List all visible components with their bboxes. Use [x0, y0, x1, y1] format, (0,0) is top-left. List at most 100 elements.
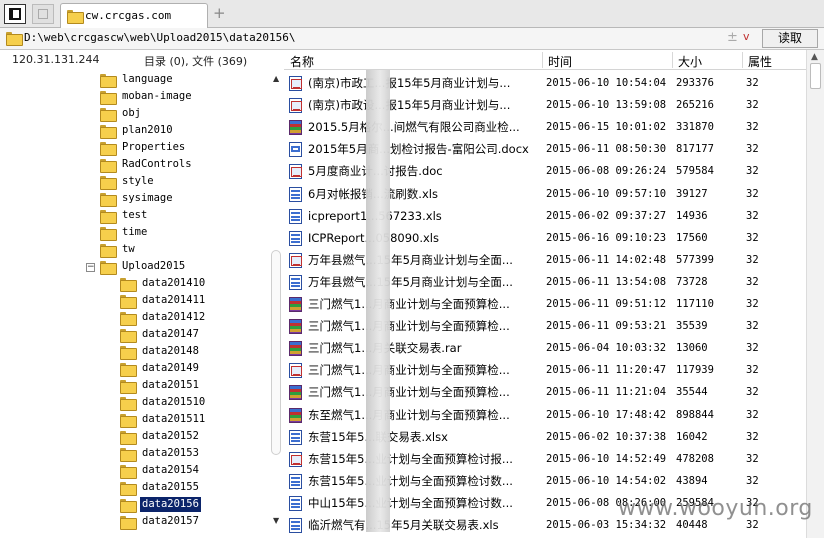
file-row[interactable]: 万年县燃气...15年5月商业计划与全面... 2015-06-11 14:02:… — [284, 249, 806, 271]
file-attr: 32 — [746, 209, 759, 222]
file-name: 万年县燃气...15年5月商业计划与全面... — [308, 274, 513, 289]
file-xls-icon — [289, 208, 302, 224]
file-time: 2015-06-15 10:01:02 — [546, 121, 667, 134]
plus-minus-icon[interactable]: ± — [727, 30, 738, 45]
file-row[interactable]: 三门燃气1...月关联交易表.rar 2015-06-04 10:03:32 130… — [284, 337, 806, 359]
tree-item-label: data20154 — [142, 464, 199, 476]
file-row[interactable]: 三门燃气1...月商业计划与全面预算检... 2015-06-11 11:20:4… — [284, 359, 806, 381]
tree-item-label: data20156 — [140, 497, 201, 512]
file-row[interactable]: 三门燃气1...月商业计划与全面预算检... 2015-06-11 09:53:2… — [284, 315, 806, 337]
file-name: 东至燃气1...月商业计划与全面预算检... — [308, 407, 510, 422]
file-row[interactable]: (南京)市政设...报15年5月商业计划与... 2015-06-10 13:59… — [284, 94, 806, 116]
folder-icon — [100, 227, 117, 241]
file-attr: 32 — [746, 77, 759, 89]
address-bar: D:\web\crcgascw\web\Upload2015\data20156… — [0, 28, 824, 50]
folder-icon — [67, 10, 84, 24]
file-time: 2015-06-02 10:37:38 — [546, 430, 667, 443]
tree-scrollbar[interactable]: ▲ ▼ — [270, 70, 284, 538]
panel-toggle-button[interactable] — [4, 4, 26, 24]
folder-icon — [120, 329, 137, 343]
scroll-up-icon[interactable]: ▲ — [811, 52, 818, 62]
window-icon — [38, 9, 48, 19]
tab-site[interactable]: cw.crcgas.com — [60, 3, 208, 28]
read-button[interactable]: 读取 — [762, 29, 818, 48]
column-attr[interactable]: 属性 — [748, 53, 772, 70]
file-row[interactable]: 东营15年5...联交易表.xlsx 2015-06-02 10:37:38 160… — [284, 426, 806, 448]
folder-icon — [120, 414, 137, 428]
file-time: 2015-06-02 09:37:27 — [546, 209, 667, 222]
scroll-up-icon[interactable]: ▲ — [273, 74, 279, 83]
file-row[interactable]: icpreport1...567233.xls 2015-06-02 09:37:… — [284, 205, 806, 227]
file-size: 117939 — [676, 364, 714, 377]
file-row[interactable]: 2015.5月格尔...间燃气有限公司商业检... 2015-06-15 10:0… — [284, 116, 806, 138]
file-name: (南京)市政设...报15年5月商业计划与... — [308, 98, 511, 113]
file-time: 2015-06-10 13:59:08 — [546, 99, 667, 112]
tree-item-label: data20157 — [142, 515, 199, 527]
tree-item-label: obj — [122, 107, 141, 119]
column-time[interactable]: 时间 — [548, 53, 572, 70]
file-time: 2015-06-11 08:50:30 — [546, 143, 667, 156]
tree-item-label: RadControls — [122, 158, 192, 170]
column-size[interactable]: 大小 — [678, 53, 702, 70]
file-time: 2015-06-11 09:53:21 — [546, 320, 667, 333]
folder-icon — [100, 108, 117, 122]
file-attr: 32 — [746, 99, 759, 112]
column-divider[interactable] — [742, 52, 743, 68]
file-row[interactable]: 三门燃气1...月商业计划与全面预算检... 2015-06-11 09:51:1… — [284, 293, 806, 315]
file-size: 898844 — [676, 408, 714, 421]
folder-icon — [120, 346, 137, 360]
file-row[interactable]: ICPReport...058090.xls 2015-06-16 09:10:2… — [284, 227, 806, 249]
server-ip: 120.31.131.244 — [12, 53, 100, 66]
column-divider[interactable] — [672, 52, 673, 68]
file-name: 6月对帐报销...流刷数.xls — [308, 183, 540, 205]
folder-icon — [120, 499, 137, 513]
file-doc-red-icon — [289, 164, 302, 180]
file-name: 中山15年5...业计划与全面预算检讨数... — [308, 495, 513, 510]
file-size: 13060 — [676, 342, 708, 355]
file-name: 5月度商业计...讨报告.doc — [308, 160, 540, 182]
column-name[interactable]: 名称 — [290, 53, 314, 70]
add-tab-button[interactable]: + — [213, 5, 226, 21]
folder-icon — [100, 210, 117, 224]
tree-item-label: data20149 — [142, 362, 199, 374]
file-xls-icon — [289, 518, 302, 533]
folder-icon — [100, 142, 117, 156]
file-attr: 32 — [746, 430, 759, 443]
path-input[interactable]: D:\web\crcgascw\web\Upload2015\data20156… — [24, 31, 296, 44]
file-row[interactable]: 三门燃气1...月商业计划与全面预算检... 2015-06-11 11:21:0… — [284, 381, 806, 403]
file-rar-icon — [289, 341, 302, 357]
folder-icon — [100, 74, 117, 88]
column-divider[interactable] — [542, 52, 543, 68]
file-size: 14936 — [676, 209, 708, 222]
file-size: 35539 — [676, 320, 708, 333]
file-name: 三门燃气1...月商业计划与全面预算检... — [308, 385, 510, 400]
file-size: 577399 — [676, 253, 714, 266]
file-row[interactable]: 6月对帐报销...流刷数.xls 2015-06-10 09:57:10 39127… — [284, 183, 806, 205]
collapse-toggle[interactable]: − — [86, 263, 95, 272]
file-attr: 32 — [746, 143, 759, 156]
file-row[interactable]: 东营15年5...业计划与全面预算检讨数... 2015-06-10 14:54:… — [284, 470, 806, 492]
file-row[interactable]: 万年县燃气...15年5月商业计划与全面... 2015-06-11 13:54:… — [284, 271, 806, 293]
list-scrollbar[interactable]: ▲ — [806, 50, 824, 538]
file-row[interactable]: 东至燃气1...月商业计划与全面预算检... 2015-06-10 17:48:4… — [284, 404, 806, 426]
scroll-thumb[interactable] — [271, 250, 281, 455]
tree-item-label: data201511 — [142, 413, 206, 425]
tree-item-label: plan2010 — [122, 124, 173, 136]
scroll-down-icon[interactable]: ▼ — [273, 516, 279, 525]
file-name: 2015年5月商...划检讨报告-富阳公司.docx — [308, 142, 529, 157]
chevron-down-icon[interactable]: v — [743, 30, 750, 43]
folder-icon — [120, 482, 137, 496]
folder-icon — [100, 193, 117, 207]
file-attr: 32 — [746, 364, 759, 377]
file-time: 2015-06-11 13:54:08 — [546, 275, 667, 288]
scroll-thumb[interactable] — [810, 63, 821, 89]
tree-item-label: data20152 — [142, 430, 199, 442]
secondary-panel-button[interactable] — [32, 4, 54, 24]
file-row[interactable]: 2015年5月商...划检讨报告-富阳公司.docx 2015-06-11 08:… — [284, 138, 806, 160]
tree-item-label: Properties — [122, 141, 186, 153]
file-name: 临沂燃气有...15年5月关联交易表.xls — [308, 518, 499, 532]
folder-icon — [120, 431, 137, 445]
file-row[interactable]: (南京)市政工...报15年5月商业计划与... 2015-06-10 10:54… — [284, 72, 806, 94]
file-row[interactable]: 东营15年5...业计划与全面预算检讨报... 2015-06-10 14:52:… — [284, 448, 806, 470]
file-row[interactable]: 5月度商业计...讨报告.doc 2015-06-08 09:26:24 57958… — [284, 160, 806, 182]
